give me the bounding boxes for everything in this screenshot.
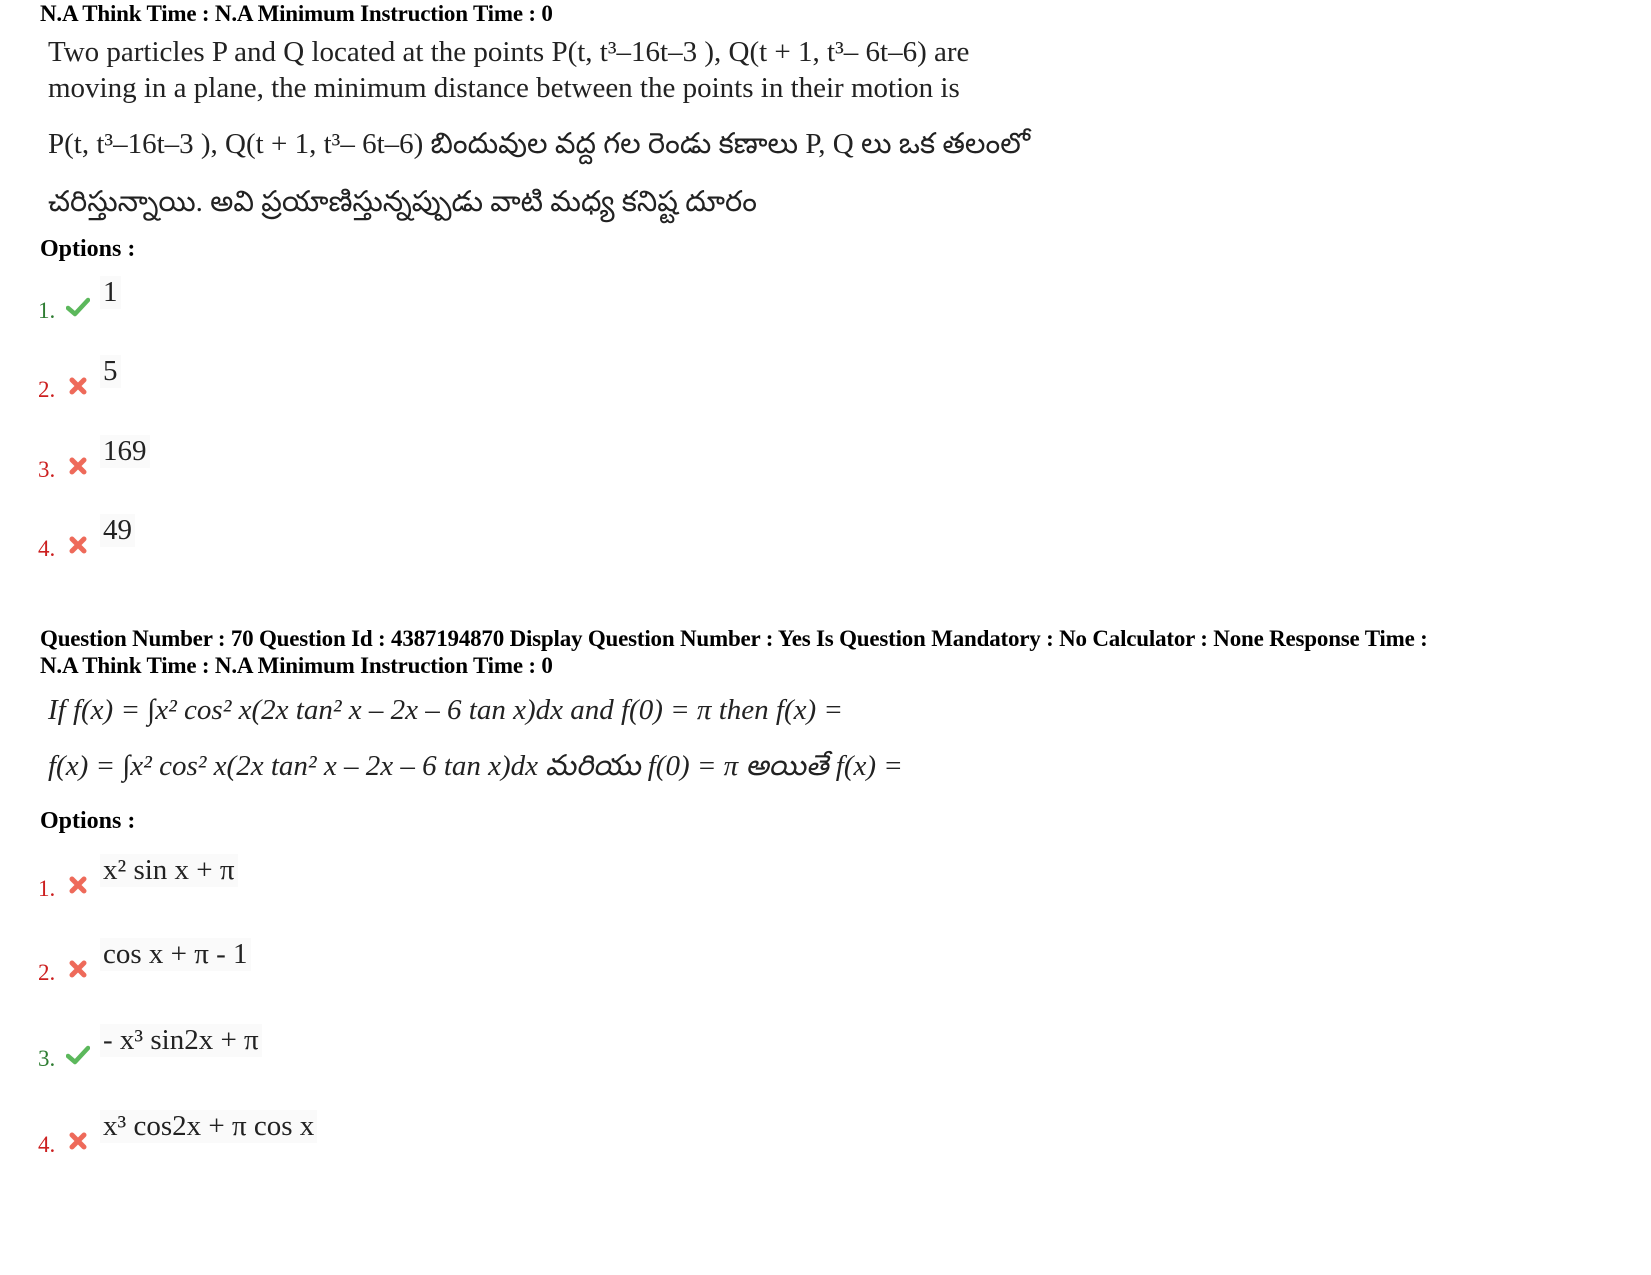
option-number: 1. bbox=[38, 298, 56, 323]
q69-text-te-1: P(t, t³–16t–3 ), Q(t + 1, t³– 6t–6) బింద… bbox=[48, 128, 1031, 160]
option-number: 3. bbox=[38, 457, 56, 482]
q69-text-te-2: చరిస్తున్నాయి. అవి ప్రయాణిస్తున్నప్పుడు … bbox=[48, 186, 757, 218]
q70-meta-line-2: N.A Think Time : N.A Minimum Instruction… bbox=[40, 653, 553, 678]
q69-meta-line: N.A Think Time : N.A Minimum Instruction… bbox=[40, 1, 553, 26]
check-icon bbox=[66, 297, 90, 317]
option-value: 169 bbox=[100, 435, 150, 468]
cross-icon bbox=[69, 457, 87, 475]
option-value: x³ cos2x + π cos x bbox=[100, 1110, 318, 1143]
option-value: 5 bbox=[100, 355, 121, 388]
q70-text-te: f(x) = ∫x² cos² x(2x tan² x – 2x – 6 tan… bbox=[48, 750, 903, 782]
cross-icon bbox=[69, 536, 87, 554]
cross-icon bbox=[69, 960, 87, 978]
q69-text-en-1: Two particles P and Q located at the poi… bbox=[48, 36, 970, 68]
option-value: x² sin x + π bbox=[100, 854, 238, 887]
cross-icon bbox=[69, 1132, 87, 1150]
option-number: 4. bbox=[38, 1132, 56, 1157]
check-icon bbox=[66, 1045, 90, 1065]
q69-options-label: Options : bbox=[40, 236, 136, 262]
q70-meta-line-1: Question Number : 70 Question Id : 43871… bbox=[40, 626, 1428, 651]
option-number: 3. bbox=[38, 1046, 56, 1071]
option-value: 1 bbox=[100, 276, 121, 309]
cross-icon bbox=[69, 377, 87, 395]
q70-text-en: If f(x) = ∫x² cos² x(2x tan² x – 2x – 6 … bbox=[48, 694, 843, 726]
option-number: 2. bbox=[38, 377, 56, 402]
option-value: - x³ sin2x + π bbox=[100, 1024, 262, 1057]
option-number: 1. bbox=[38, 876, 56, 901]
q70-options-label: Options : bbox=[40, 808, 136, 834]
option-number: 4. bbox=[38, 536, 56, 561]
cross-icon bbox=[69, 876, 87, 894]
option-value: cos x + π - 1 bbox=[100, 938, 251, 971]
option-number: 2. bbox=[38, 960, 56, 985]
option-value: 49 bbox=[100, 514, 135, 547]
q69-text-en-2: moving in a plane, the minimum distance … bbox=[48, 72, 960, 104]
